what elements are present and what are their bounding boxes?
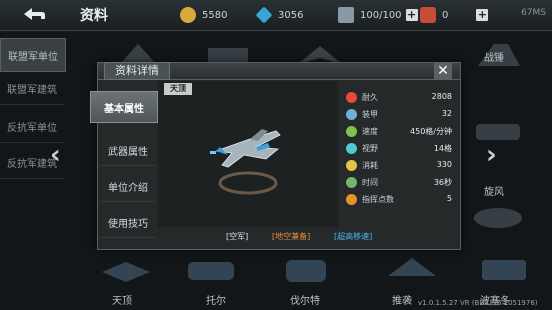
medal-icon bbox=[420, 7, 436, 23]
stat-label: 视野 bbox=[362, 144, 378, 153]
stat-row-command-points: 指挥点数 5 bbox=[346, 193, 454, 208]
diamond-counter: 3056 bbox=[255, 5, 304, 25]
tab-alliance-units[interactable]: 联盟军单位 bbox=[0, 38, 66, 72]
stat-label: 消耗 bbox=[362, 161, 378, 170]
stat-value: 330 bbox=[436, 160, 452, 169]
background-sidebar: 联盟军单位 联盟军建筑 反抗军单位 反抗军建筑 bbox=[0, 30, 70, 310]
stat-row-cost: 消耗 330 bbox=[346, 159, 454, 174]
diamond-value: 3056 bbox=[278, 9, 304, 21]
dialog-title: 资料详情 bbox=[104, 62, 170, 80]
stat-row-durability: 耐久 2808 bbox=[346, 91, 454, 106]
background-unit[interactable] bbox=[96, 248, 156, 288]
stat-label: 速度 bbox=[362, 127, 378, 136]
background-unit[interactable] bbox=[180, 248, 240, 288]
unit-label: 托尔 bbox=[206, 296, 226, 307]
gold-counter: 5580 bbox=[180, 5, 227, 25]
supply-crate-icon bbox=[338, 7, 354, 23]
resource-icon bbox=[346, 160, 357, 171]
tab-alliance-buildings[interactable]: 联盟军建筑 bbox=[0, 72, 64, 105]
stat-value: 2808 bbox=[431, 92, 452, 101]
stat-row-speed: 速度 450格/分钟 bbox=[346, 125, 454, 140]
stat-label: 指挥点数 bbox=[362, 195, 394, 204]
stat-value: 32 bbox=[441, 109, 452, 118]
gold-coin-icon bbox=[180, 7, 196, 23]
version-text: v1.0.1.5.27 VR (BD1) (6.2051976) bbox=[418, 299, 538, 307]
tag-air: [空军] bbox=[226, 232, 249, 241]
add-medal-button[interactable]: + bbox=[476, 9, 489, 21]
eye-icon bbox=[346, 143, 357, 154]
stat-label: 装甲 bbox=[362, 110, 378, 119]
page-title: 资料 bbox=[80, 8, 108, 24]
tab-rebel-units[interactable]: 反抗军单位 bbox=[0, 110, 64, 143]
unit-model-image bbox=[210, 129, 281, 195]
supply-counter: 100/100 + bbox=[338, 5, 418, 25]
background-unit[interactable] bbox=[276, 248, 336, 288]
gold-value: 5580 bbox=[202, 9, 228, 21]
speed-arrows-icon bbox=[346, 126, 357, 137]
background-unit[interactable] bbox=[382, 248, 442, 288]
stat-label: 耐久 bbox=[362, 93, 378, 102]
detail-dialog: 资料详情 ✕ 基本属性 武器属性 单位介绍 使用技巧 天顶 耐久 2808 装甲… bbox=[90, 62, 461, 250]
clock-icon bbox=[346, 177, 357, 188]
shield-icon bbox=[346, 109, 357, 120]
tag-high-speed: [超高移速] bbox=[334, 232, 373, 241]
back-icon[interactable] bbox=[18, 3, 48, 25]
supply-value: 100/100 bbox=[360, 9, 402, 21]
stat-value: 5 bbox=[446, 194, 452, 203]
detail-menu: 基本属性 武器属性 单位介绍 使用技巧 bbox=[90, 81, 158, 249]
stat-value: 450格/分钟 bbox=[410, 127, 452, 136]
background-unit[interactable] bbox=[468, 196, 528, 236]
unit-preview-panel: 天顶 bbox=[158, 81, 338, 227]
background-unit[interactable] bbox=[474, 248, 534, 288]
medal-value: 0 bbox=[442, 9, 449, 21]
stat-label: 时间 bbox=[362, 178, 378, 187]
command-point-icon bbox=[346, 194, 357, 205]
tab-weapon-stats[interactable]: 武器属性 bbox=[100, 135, 156, 166]
unit-label: 推袭 bbox=[392, 296, 412, 307]
add-supply-button[interactable]: + bbox=[405, 9, 418, 21]
previous-arrow-icon[interactable]: ‹ bbox=[50, 140, 61, 170]
dialog-header: 资料详情 ✕ bbox=[98, 62, 460, 80]
tab-unit-intro[interactable]: 单位介绍 bbox=[100, 171, 156, 202]
tab-basic-stats[interactable]: 基本属性 bbox=[90, 91, 158, 123]
diamond-icon bbox=[255, 6, 273, 24]
stat-row-time: 时间 36秒 bbox=[346, 176, 454, 191]
stat-row-armor: 装甲 32 bbox=[346, 108, 454, 123]
top-bar: 资料 5580 3056 100/100 + 0 + 67MS bbox=[0, 0, 552, 31]
unit-label: 战锤 bbox=[484, 53, 504, 64]
next-arrow-icon[interactable]: › bbox=[486, 140, 497, 170]
unit-label: 伐尔特 bbox=[290, 296, 320, 307]
unit-label: 天顶 bbox=[112, 296, 132, 307]
ping-indicator: 67MS bbox=[521, 8, 546, 18]
stat-value: 36秒 bbox=[433, 178, 452, 187]
background-unit[interactable] bbox=[468, 110, 528, 150]
heart-icon bbox=[346, 92, 357, 103]
unit-label: 旋风 bbox=[484, 187, 504, 198]
tag-ground-air: [地空兼备] bbox=[272, 232, 311, 241]
stat-row-vision: 视野 14格 bbox=[346, 142, 454, 157]
medal-counter: 0 + bbox=[420, 5, 489, 25]
close-icon[interactable]: ✕ bbox=[434, 63, 452, 79]
stat-value: 14格 bbox=[433, 144, 452, 153]
tab-usage-tips[interactable]: 使用技巧 bbox=[100, 207, 156, 238]
